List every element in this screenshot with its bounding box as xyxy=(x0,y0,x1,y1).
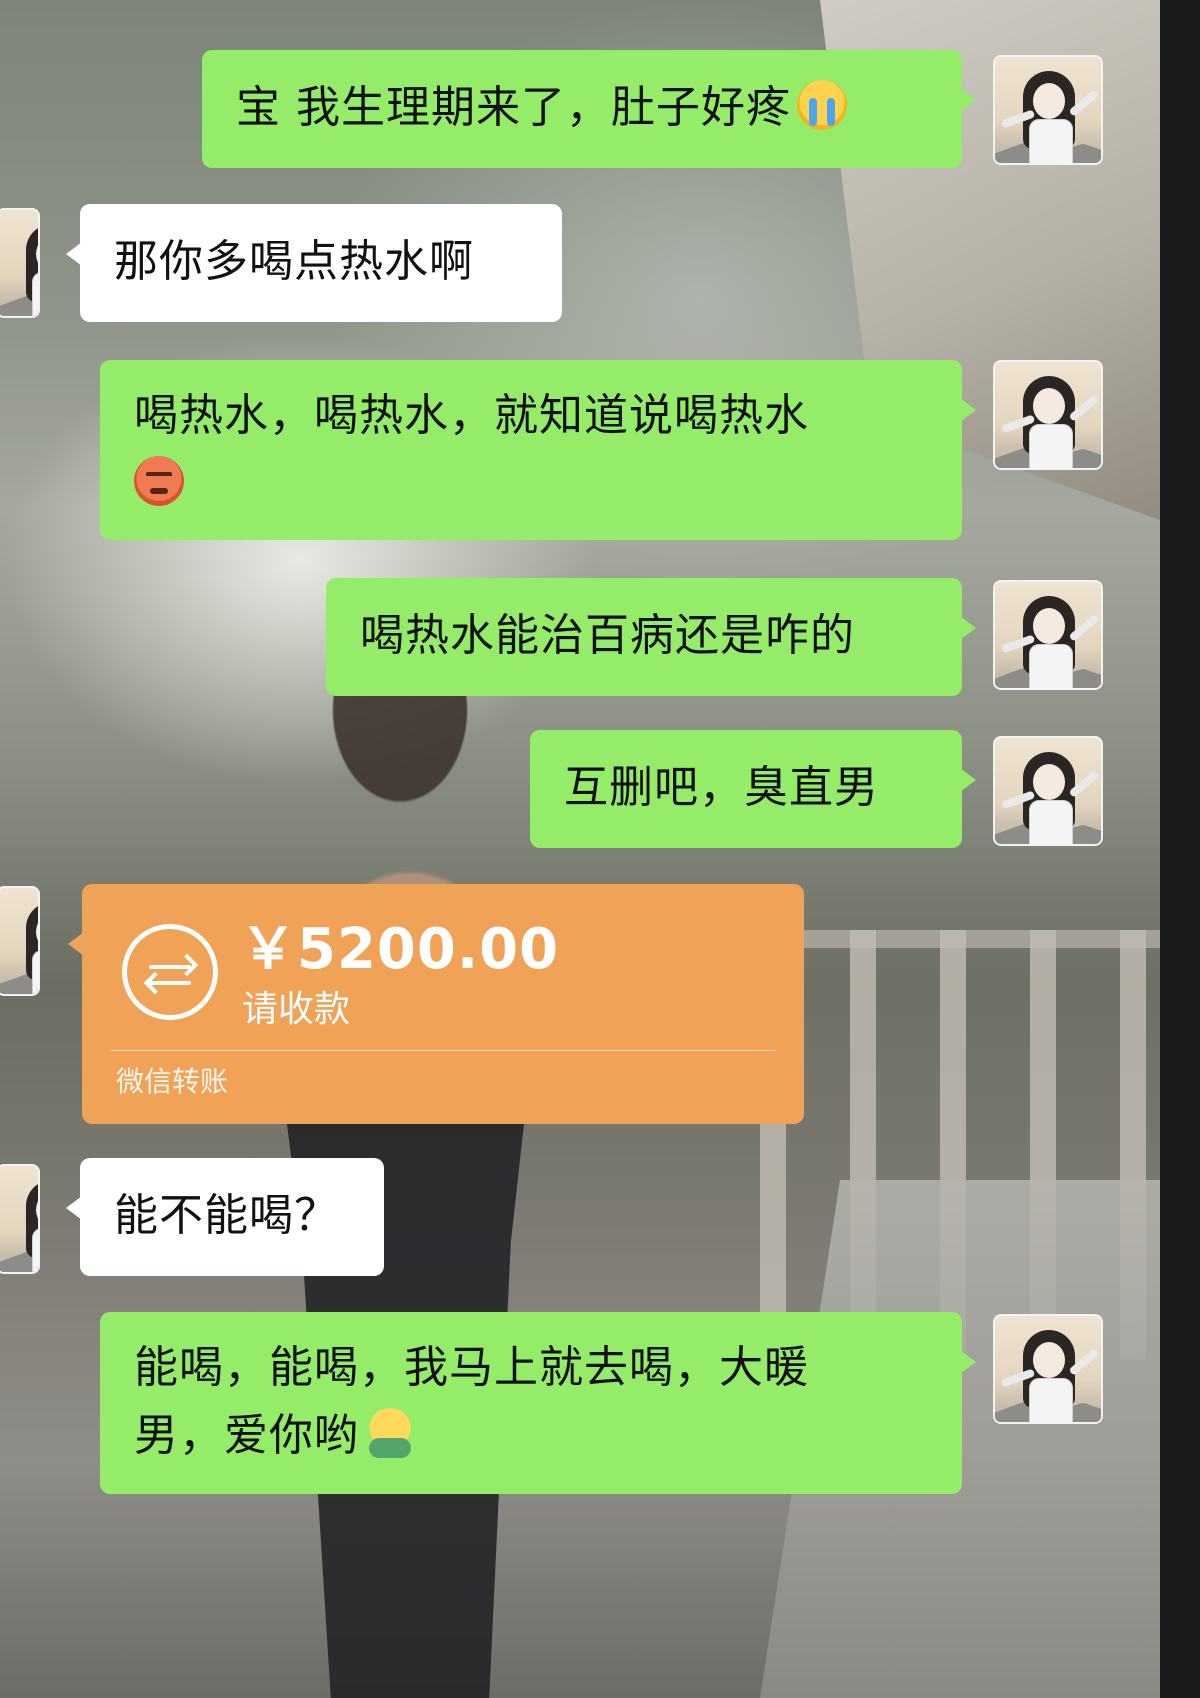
transfer-divider xyxy=(110,1050,776,1051)
my-avatar[interactable] xyxy=(993,55,1103,165)
message-text-line1: 能喝，能喝，我马上就去喝，大暖 xyxy=(134,1342,809,1393)
wechat-transfer-card[interactable]: ￥5200.00 请收款 微信转账 xyxy=(68,884,804,1124)
crying-face-icon xyxy=(797,80,847,130)
message-text-line2: 男，爱你哟 xyxy=(134,1410,359,1461)
message-text: 喝热水，喝热水，就知道说喝热水 xyxy=(134,390,809,441)
my-avatar[interactable] xyxy=(993,736,1103,846)
message-text: 互删吧，臭直男 xyxy=(564,762,879,813)
message-bubble-sent[interactable]: 宝 我生理期来了，肚子好疼 xyxy=(202,50,976,168)
message-text: 那你多喝点热水啊 xyxy=(114,236,474,287)
transfer-arrows-icon xyxy=(122,924,218,1020)
angry-face-icon xyxy=(134,456,184,506)
hug-face-icon xyxy=(365,1408,415,1458)
my-avatar[interactable] xyxy=(993,1314,1103,1424)
contact-avatar[interactable] xyxy=(0,886,40,996)
transfer-status: 请收款 xyxy=(242,989,351,1030)
message-text: 能不能喝？ xyxy=(114,1190,339,1241)
message-text: 喝热水能治百病还是咋的 xyxy=(360,610,855,661)
message-bubble-sent[interactable]: 互删吧，臭直男 xyxy=(530,730,976,848)
message-text: 宝 我生理期来了，肚子好疼 xyxy=(236,82,791,133)
contact-avatar[interactable] xyxy=(0,208,40,318)
transfer-footer: 微信转账 xyxy=(116,1065,229,1098)
contact-avatar[interactable] xyxy=(0,1164,40,1274)
my-avatar[interactable] xyxy=(993,580,1103,690)
message-bubble-sent[interactable]: 喝热水，喝热水，就知道说喝热水 xyxy=(100,360,976,540)
message-bubble-received[interactable]: 能不能喝？ xyxy=(66,1158,384,1276)
message-bubble-sent[interactable]: 喝热水能治百病还是咋的 xyxy=(326,578,976,696)
message-bubble-sent[interactable]: 能喝，能喝，我马上就去喝，大暖 男，爱你哟 xyxy=(100,1312,976,1494)
message-bubble-received[interactable]: 那你多喝点热水啊 xyxy=(66,204,562,322)
my-avatar[interactable] xyxy=(993,360,1103,470)
transfer-amount: ￥5200.00 xyxy=(240,917,560,982)
screen-edge xyxy=(1160,0,1200,1698)
